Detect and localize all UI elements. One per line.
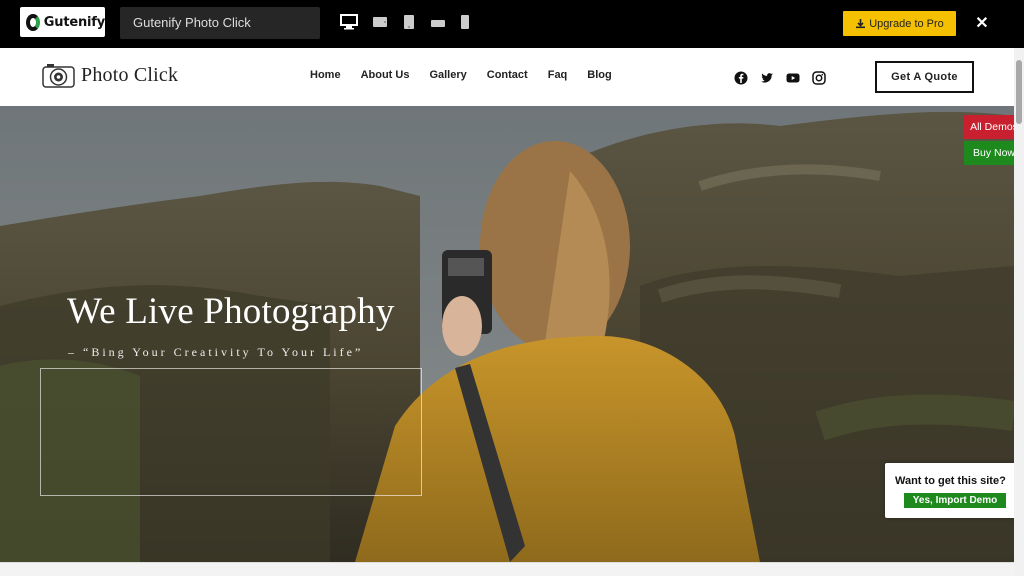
nav-faq[interactable]: Faq: [548, 69, 568, 81]
hero-subtitle: – “Bing Your Creativity To Your Life”: [68, 345, 364, 359]
site-logo[interactable]: Photo Click: [42, 62, 178, 88]
upgrade-to-pro-button[interactable]: Upgrade to Pro: [843, 11, 956, 36]
scrollbar[interactable]: [1014, 48, 1024, 576]
main-nav: Home About Us Gallery Contact Faq Blog: [310, 69, 632, 81]
facebook-icon[interactable]: [734, 71, 748, 85]
scrollbar-thumb[interactable]: [1016, 60, 1022, 124]
nav-blog[interactable]: Blog: [587, 69, 611, 81]
desktop-icon[interactable]: [340, 14, 358, 35]
page-bottom-strip: [0, 562, 1014, 576]
nav-contact[interactable]: Contact: [487, 69, 528, 81]
demo-selector[interactable]: Gutenify Photo Click: [120, 7, 320, 39]
mobile-landscape-icon[interactable]: [430, 16, 446, 34]
mobile-portrait-icon[interactable]: [460, 14, 470, 35]
preview-toolbar: Gutenify Gutenify Photo Click Upgrade to…: [0, 0, 1024, 48]
gutenify-logo[interactable]: Gutenify: [20, 7, 105, 37]
nav-home[interactable]: Home: [310, 69, 341, 81]
site-header: Photo Click Home About Us Gallery Contac…: [0, 48, 1014, 106]
instagram-icon[interactable]: [812, 71, 826, 85]
import-demo-popup: Want to get this site? Yes, Import Demo: [885, 463, 1024, 518]
import-question: Want to get this site?: [895, 475, 1006, 487]
get-a-quote-button[interactable]: Get A Quote: [875, 61, 974, 93]
hero-title: We Live Photography: [67, 291, 395, 332]
import-demo-button[interactable]: Yes, Import Demo: [904, 493, 1006, 508]
download-icon: [856, 19, 866, 29]
social-links: [734, 71, 826, 85]
youtube-icon[interactable]: [786, 71, 800, 85]
gutenify-g-icon: [26, 13, 40, 31]
camera-icon: [42, 64, 75, 88]
tablet-landscape-icon[interactable]: [372, 15, 388, 34]
upgrade-label: Upgrade to Pro: [869, 17, 944, 30]
nav-about-us[interactable]: About Us: [361, 69, 410, 81]
tablet-portrait-icon[interactable]: [402, 14, 416, 35]
device-switcher: [340, 14, 484, 35]
nav-gallery[interactable]: Gallery: [429, 69, 466, 81]
site-title: Photo Click: [81, 63, 179, 86]
brand-name: Gutenify: [43, 14, 105, 30]
hero-frame: [40, 368, 422, 496]
close-icon[interactable]: ✕: [974, 13, 990, 33]
twitter-icon[interactable]: [760, 71, 774, 85]
hero-banner: [0, 106, 1014, 562]
